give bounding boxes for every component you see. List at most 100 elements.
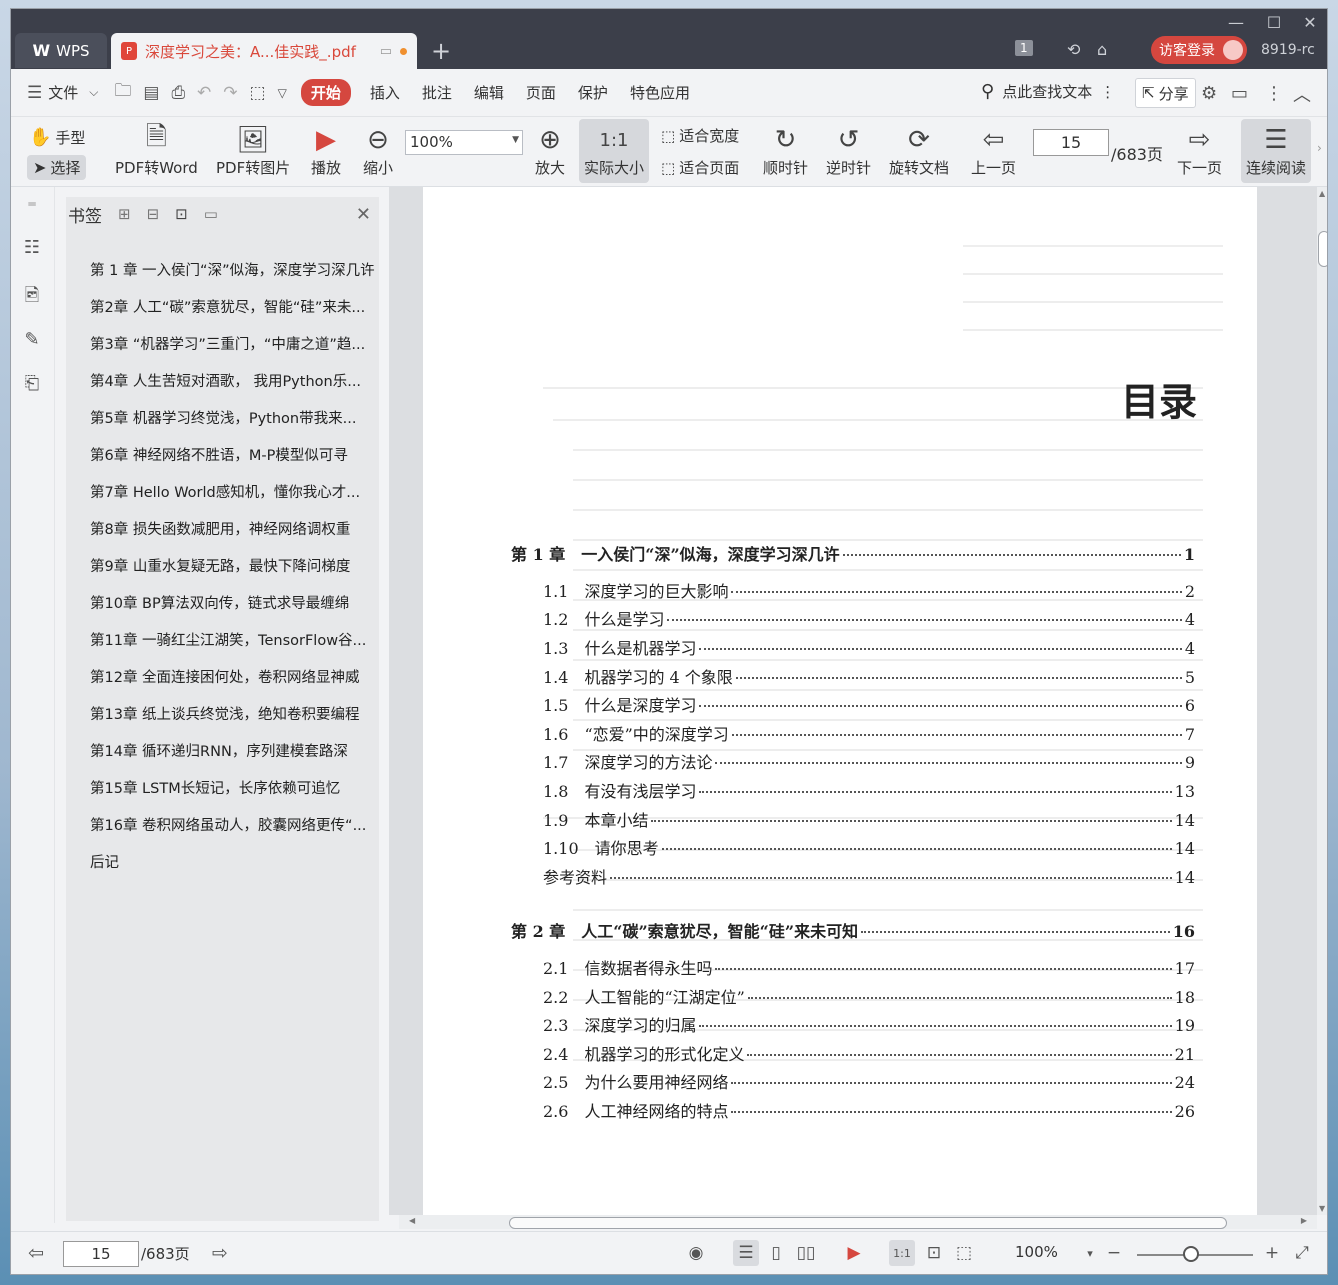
bookmark-item[interactable]: 第9章 山重水复疑无路，最快下降问梯度 — [90, 555, 378, 576]
attachment-icon[interactable]: ⎗ — [21, 373, 43, 395]
zoom-dropdown-icon[interactable]: ▾ — [1077, 1240, 1103, 1266]
toc-row[interactable]: 1.9 本章小结 14 — [543, 807, 1195, 831]
tab-wps-home[interactable]: W WPS — [15, 33, 107, 68]
rotate-ccw-button[interactable]: ↺ 逆时针 — [826, 123, 871, 178]
bookmark-item[interactable]: 后记 — [90, 851, 378, 872]
bookmark-list-icon[interactable]: ☷ — [21, 237, 43, 259]
play-icon[interactable]: ▶ — [841, 1240, 867, 1266]
menu-edit[interactable]: 编辑 — [463, 82, 515, 103]
more-vertical-icon[interactable]: ⋮ — [1100, 83, 1115, 101]
toc-row[interactable]: 1.5 什么是深度学习 6 — [543, 692, 1195, 716]
scroll-left-icon[interactable]: ◀ — [409, 1216, 415, 1225]
export-icon[interactable]: ⬚ — [250, 83, 266, 103]
toc-row[interactable]: 1.7 深度学习的方法论 9 — [543, 749, 1195, 773]
horizontal-scrollbar[interactable]: ◀ ▶ — [399, 1215, 1317, 1229]
maximize-icon[interactable]: ☐ — [1259, 13, 1289, 32]
play-button[interactable]: ▶ 播放 — [311, 123, 341, 178]
fit-page-icon[interactable]: ⊡ — [921, 1240, 947, 1266]
menu-start[interactable]: 开始 — [300, 79, 351, 106]
save-icon[interactable]: ▤ — [143, 83, 159, 103]
toc-row[interactable]: 2.1 信数据者得永生吗 17 — [543, 955, 1195, 979]
page-number-input[interactable]: 15 — [1033, 129, 1109, 156]
scroll-right-icon[interactable]: ▶ — [1301, 1216, 1307, 1225]
continuous-view-icon[interactable]: ☰ — [733, 1240, 759, 1266]
toc-row[interactable]: 2.3 深度学习的归属 19 — [543, 1012, 1195, 1036]
thumbnail-icon[interactable]: 🖻 — [21, 283, 43, 306]
more-options-icon[interactable]: ⋮ — [1265, 83, 1283, 104]
redo-icon[interactable]: ↷ — [223, 83, 237, 103]
select-tool-button[interactable]: ➤ 选择 — [27, 155, 87, 180]
tab-document[interactable]: P 深度学习之美：A...佳实践_.pdf ▭ — [111, 33, 417, 69]
continuous-read-button[interactable]: ☰ 连续阅读 — [1241, 119, 1311, 183]
close-icon[interactable]: ✕ — [356, 204, 371, 225]
expand-all-icon[interactable]: ⊞ — [118, 205, 131, 223]
next-page-icon[interactable]: ⇨ — [207, 1240, 233, 1266]
toc-row[interactable]: 1.8 有没有浅层学习 13 — [543, 778, 1195, 802]
share-button[interactable]: ⇱ 分享 — [1135, 78, 1196, 108]
prev-page-icon[interactable]: ⇦ — [23, 1240, 49, 1266]
add-bookmark-icon[interactable]: ⊡ — [175, 205, 188, 223]
toc-row[interactable]: 1.10 请你思考 14 — [543, 835, 1195, 859]
rotate-doc-button[interactable]: ⟳ 旋转文档 — [889, 123, 949, 178]
toc-row[interactable]: 1.6 “恋爱”中的深度学习 7 — [543, 721, 1195, 745]
undo-icon[interactable]: ↶ — [197, 83, 211, 103]
horizontal-scroll-thumb[interactable] — [509, 1217, 1227, 1229]
ribbon-scroll-right-icon[interactable]: › — [1317, 141, 1322, 155]
prev-page-button[interactable]: ⇦ 上一页 — [971, 123, 1016, 178]
actual-size-button[interactable]: 1:1 实际大小 — [579, 119, 649, 183]
open-folder-icon[interactable]: 🗀 — [114, 78, 131, 107]
menu-annotate[interactable]: 批注 — [411, 82, 463, 103]
zoom-slider-handle[interactable] — [1183, 1246, 1199, 1262]
toc-row[interactable]: 1.2 什么是学习 4 — [543, 606, 1195, 630]
fit-width-icon[interactable]: ⬚ — [951, 1240, 977, 1266]
bookmark-item[interactable]: 第12章 全面连接困何处，卷积网络显神威 — [90, 666, 378, 687]
fit-width-button[interactable]: ⬚ 适合宽度 — [661, 125, 739, 146]
collapse-all-icon[interactable]: ⊟ — [147, 205, 160, 223]
bookmark-item[interactable]: 第7章 Hello World感知机，懂你我心才... — [90, 481, 378, 502]
menu-protect[interactable]: 保护 — [567, 82, 619, 103]
annotation-icon[interactable]: ✎ — [21, 329, 43, 351]
minimize-icon[interactable]: — — [1221, 13, 1251, 32]
drag-handle-icon[interactable]: ═ — [21, 197, 43, 219]
print-icon[interactable]: ⎙ — [171, 83, 185, 103]
eye-protect-icon[interactable]: ◉ — [683, 1240, 709, 1266]
bookmark-item[interactable]: 第8章 损失函数减肥用，神经网络调权重 — [90, 518, 378, 539]
document-viewer[interactable]: 目录 第 1 章 一入侯门“深”似海，深度学习深几许 1 1.1 深度学习的巨大影响… — [389, 187, 1317, 1215]
comment-icon[interactable]: ▭ — [1231, 83, 1248, 104]
zoom-out-icon[interactable]: − — [1101, 1240, 1127, 1266]
toc-row[interactable]: 2.2 人工智能的“江湖定位” 18 — [543, 984, 1195, 1008]
zoom-in-button[interactable]: ⊕ 放大 — [535, 123, 565, 178]
bookmark-item[interactable]: 第3章 “机器学习”三重门，“中庸之道”趋... — [90, 333, 378, 354]
bookmark-item[interactable]: 第6章 神经网络不胜语，M-P模型似可寻 — [90, 444, 378, 465]
bookmark-item[interactable]: 第5章 机器学习终觉浅，Python带我来... — [90, 407, 378, 428]
menu-file[interactable]: 文件 — [42, 82, 89, 103]
gear-icon[interactable]: ⚙ — [1201, 83, 1217, 104]
chevron-down-icon[interactable]: ⌵ — [89, 85, 98, 100]
fullscreen-icon[interactable]: ⤢ — [1289, 1240, 1315, 1266]
toc-row[interactable]: 2.4 机器学习的形式化定义 21 — [543, 1041, 1195, 1065]
fit-page-button[interactable]: ⬚ 适合页面 — [661, 157, 739, 178]
monitor-icon[interactable]: ▭ — [380, 44, 392, 59]
delete-bookmark-icon[interactable]: ▭ — [204, 205, 218, 223]
toc-row[interactable]: 1.3 什么是机器学习 4 — [543, 635, 1195, 659]
next-page-button[interactable]: ⇨ 下一页 — [1177, 123, 1222, 178]
more-dropdown-icon[interactable]: ▽ — [278, 86, 287, 100]
toc-row[interactable]: 第 2 章 人工“碳”索意犹尽，智能“硅”来未可知 16 — [511, 918, 1195, 942]
toc-row[interactable]: 1.4 机器学习的 4 个象限 5 — [543, 664, 1195, 688]
menu-features[interactable]: 特色应用 — [619, 82, 701, 103]
scroll-down-icon[interactable]: ▼ — [1319, 1204, 1325, 1213]
zoom-in-icon[interactable]: + — [1259, 1240, 1285, 1266]
pdf-to-image-button[interactable]: 🖼 PDF转图片 — [216, 123, 290, 178]
toc-row[interactable]: 参考资料 14 — [543, 864, 1195, 888]
two-page-icon[interactable]: ▯▯ — [793, 1240, 819, 1266]
bookmark-item[interactable]: 第13章 纸上谈兵终觉浅，绝知卷积要编程 — [90, 703, 378, 724]
collapse-ribbon-icon[interactable]: ︿ — [1293, 81, 1311, 107]
vertical-scroll-thumb[interactable] — [1318, 231, 1327, 267]
scroll-up-icon[interactable]: ▲ — [1319, 189, 1325, 198]
new-tab-icon[interactable]: + — [431, 37, 451, 65]
skin-icon[interactable]: ⌂ — [1097, 40, 1107, 59]
cloud-sync-icon[interactable]: ⟲ — [1067, 40, 1080, 59]
hand-tool-button[interactable]: ✋ 手型 — [29, 127, 85, 148]
bookmark-item[interactable]: 第2章 人工“碳”索意犹尽，智能“硅”来未... — [90, 296, 378, 317]
guest-login-button[interactable]: 访客登录 — [1151, 36, 1247, 64]
